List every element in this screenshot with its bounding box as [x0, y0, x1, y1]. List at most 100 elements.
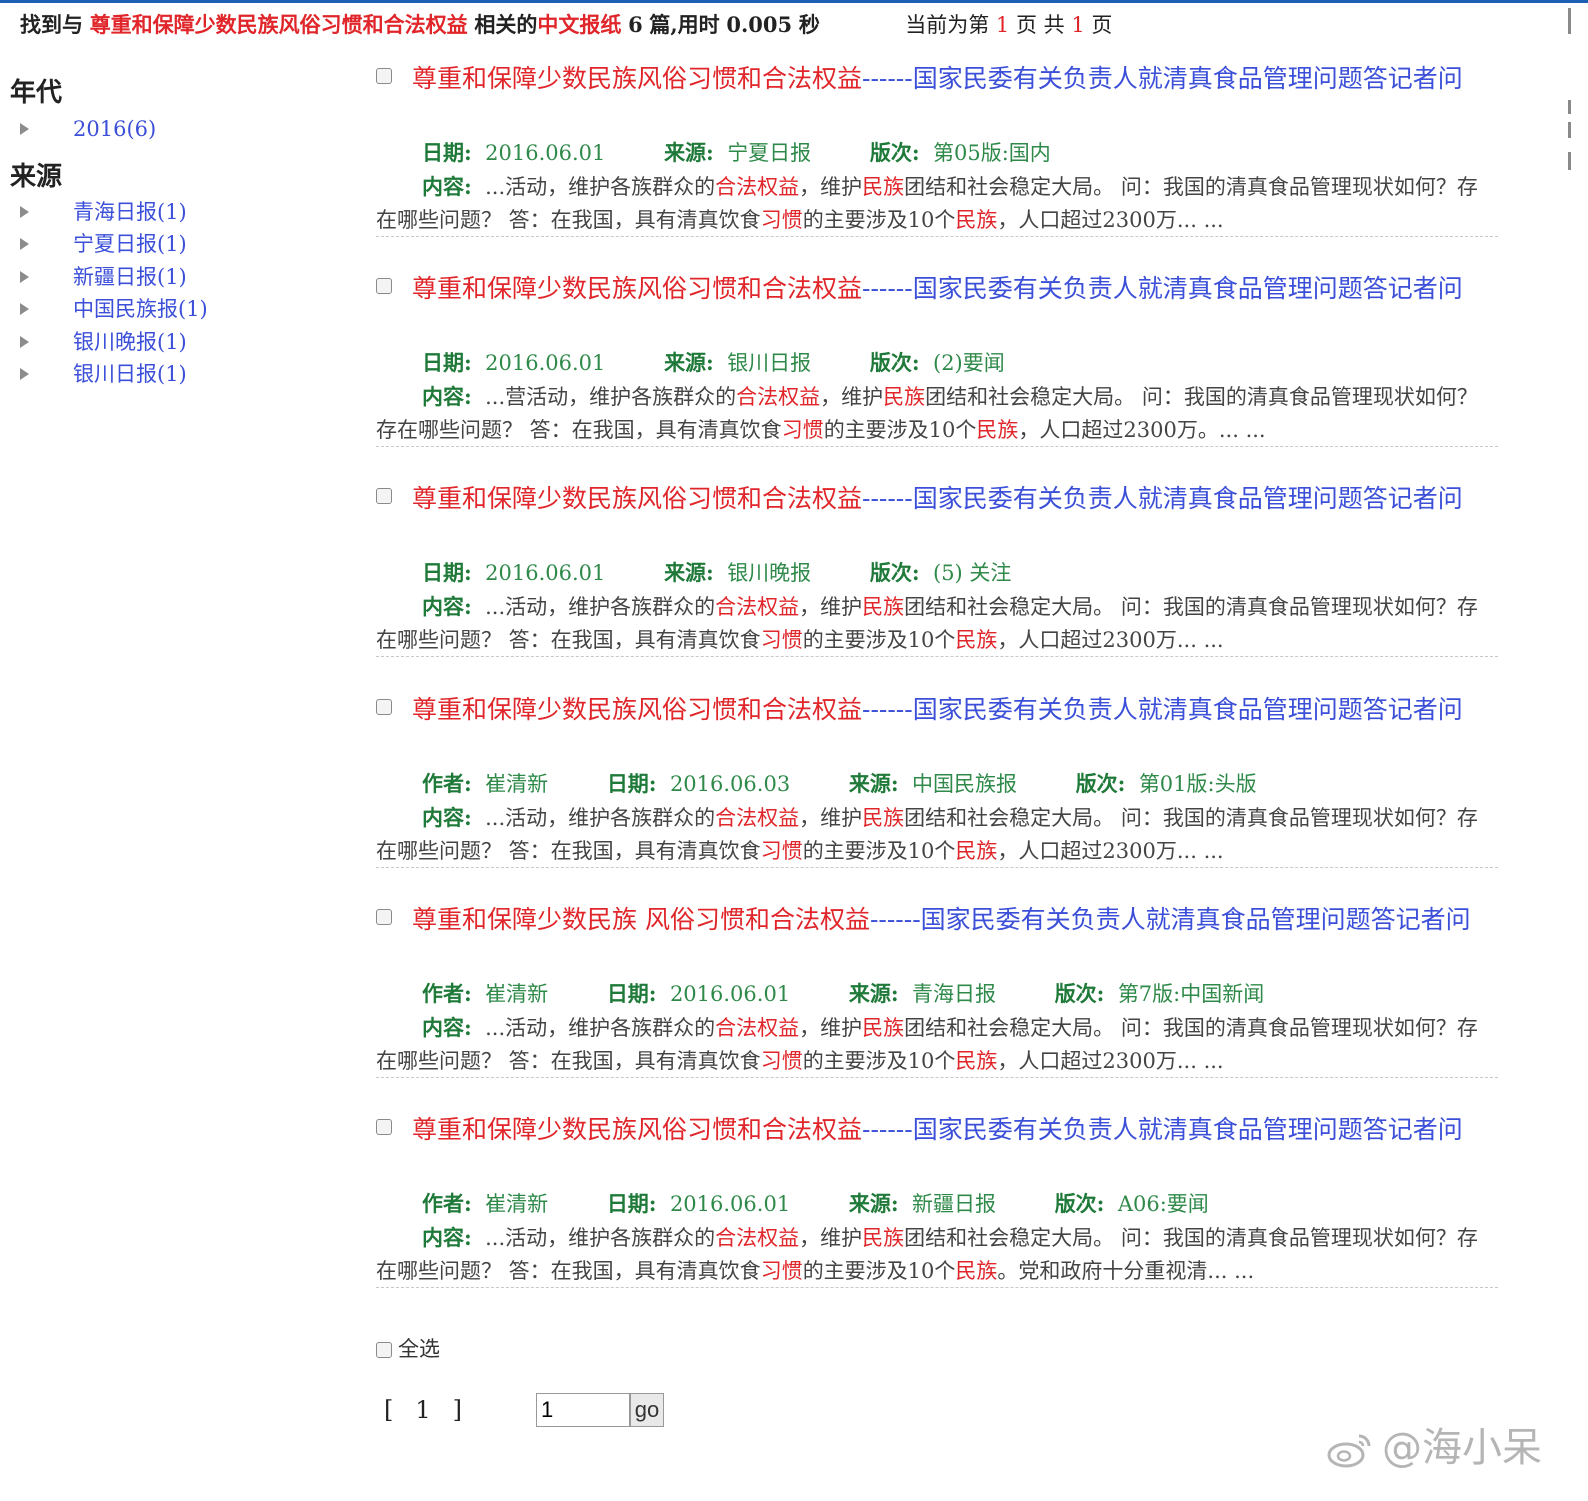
source-link[interactable]: 银川晚报(1)	[73, 330, 187, 354]
result-edition: 第01版:头版	[1138, 772, 1257, 796]
year-heading: 年代	[10, 78, 63, 108]
author-label: 作者:	[422, 1191, 472, 1216]
summary-mid: 相关的	[474, 12, 538, 37]
page-info-current: 1	[995, 13, 1010, 37]
result-edition: (5) 关注	[933, 561, 1012, 585]
select-all-checkbox[interactable]	[376, 1342, 392, 1358]
result-snippet: 内容: ...活动，维护各族群众的合法权益，维护民族团结和社会稳定大局。 问：我…	[376, 805, 1478, 863]
select-all-control[interactable]: 全选	[376, 1334, 440, 1364]
result-meta: 日期: 2016.06.01 来源: 银川日报 版次: (2)要闻	[422, 348, 1005, 378]
result-edition: 第05版:国内	[933, 141, 1051, 165]
expand-triangle-icon	[20, 122, 29, 135]
source-label: 来源:	[848, 981, 899, 1006]
date-label: 日期:	[606, 1191, 657, 1216]
date-label: 日期:	[422, 560, 472, 585]
result-source: 银川日报	[727, 351, 812, 375]
date-label: 日期:	[422, 350, 472, 375]
expand-triangle-icon	[20, 270, 29, 283]
summary-query: 尊重和保障少数民族风俗习惯和合法权益	[89, 12, 468, 37]
top-border	[0, 0, 1588, 3]
result-meta: 作者: 崔清新 日期: 2016.06.03 来源: 中国民族报 版次: 第01…	[422, 769, 1257, 799]
source-filter-item[interactable]: 银川日报(1)	[20, 359, 187, 389]
result-source: 青海日报	[912, 982, 996, 1006]
source-filter-item[interactable]: 中国民族报(1)	[20, 294, 208, 324]
source-label: 来源:	[848, 771, 899, 796]
date-label: 日期:	[606, 981, 657, 1006]
result-item: 尊重和保障少数民族风俗习惯和合法权益------国家民委有关负责人就清真食品管理…	[376, 691, 1498, 868]
result-snippet: 内容: ...活动，维护各族群众的合法权益，维护民族团结和社会稳定大局。 问：我…	[376, 1015, 1478, 1073]
select-all-label: 全选	[398, 1337, 440, 1361]
summary-count: 6	[628, 12, 643, 37]
source-label: 来源:	[664, 560, 714, 585]
source-link[interactable]: 青海日报(1)	[73, 200, 187, 224]
page-info-mid: 页 共	[1015, 13, 1065, 37]
result-title-link[interactable]: 尊重和保障少数民族风俗习惯和合法权益------国家民委有关负责人就清真食品管理…	[376, 691, 1498, 728]
weibo-logo-icon	[1327, 1434, 1371, 1468]
summary-sec: 秒	[798, 12, 820, 37]
result-source: 宁夏日报	[727, 141, 812, 165]
result-snippet: 内容: ...活动，维护各族群众的合法权益，维护民族团结和社会稳定大局。 问：我…	[376, 174, 1478, 232]
result-item: 尊重和保障少数民族风俗习惯和合法权益------国家民委有关负责人就清真食品管理…	[376, 480, 1498, 657]
result-source: 银川晚报	[727, 561, 812, 585]
year-link[interactable]: 2016(6)	[73, 117, 156, 141]
source-link[interactable]: 宁夏日报(1)	[73, 232, 187, 256]
result-date: 2016.06.01	[485, 141, 606, 165]
search-summary-bar: 找到与 尊重和保障少数民族风俗习惯和合法权益 相关的中文报纸 6 篇,用时 0.…	[20, 10, 1540, 40]
source-link[interactable]: 中国民族报(1)	[73, 297, 208, 321]
result-meta: 作者: 崔清新 日期: 2016.06.01 来源: 新疆日报 版次: A06:…	[422, 1189, 1209, 1219]
result-author: 崔清新	[485, 772, 549, 796]
source-heading: 来源	[10, 162, 63, 192]
source-link[interactable]: 银川日报(1)	[73, 362, 187, 386]
source-filter-item[interactable]: 青海日报(1)	[20, 197, 187, 227]
date-label: 日期:	[422, 140, 472, 165]
expand-triangle-icon	[20, 205, 29, 218]
source-label: 来源:	[664, 140, 714, 165]
source-filter-item[interactable]: 新疆日报(1)	[20, 262, 187, 292]
result-title-link[interactable]: 尊重和保障少数民族风俗习惯和合法权益------国家民委有关负责人就清真食品管理…	[376, 1111, 1498, 1148]
result-date: 2016.06.03	[669, 772, 791, 796]
expand-triangle-icon	[20, 237, 29, 250]
expand-triangle-icon	[20, 367, 29, 380]
result-title-link[interactable]: 尊重和保障少数民族风俗习惯和合法权益------国家民委有关负责人就清真食品管理…	[376, 60, 1498, 97]
source-filter-item[interactable]: 宁夏日报(1)	[20, 229, 187, 259]
page-info-prefix: 当前为第	[905, 13, 990, 37]
go-button[interactable]: go	[630, 1393, 664, 1427]
result-date: 2016.06.01	[669, 982, 791, 1006]
result-author: 崔清新	[485, 1192, 549, 1216]
result-item: 尊重和保障少数民族风俗习惯和合法权益------国家民委有关负责人就清真食品管理…	[376, 270, 1498, 447]
result-snippet: 内容: ...营活动，维护各族群众的合法权益，维护民族团结和社会稳定大局。 问：…	[376, 384, 1478, 442]
page-number-input[interactable]: 1	[536, 1393, 630, 1427]
page-link-1[interactable]: 1	[415, 1393, 430, 1427]
edition-label: 版次:	[869, 140, 920, 165]
result-date: 2016.06.01	[669, 1192, 791, 1216]
pagination: [1]	[384, 1393, 462, 1427]
result-title-link[interactable]: 尊重和保障少数民族风俗习惯和合法权益------国家民委有关负责人就清真食品管理…	[376, 270, 1498, 307]
result-edition: (2)要闻	[933, 351, 1005, 375]
result-date: 2016.06.01	[485, 351, 606, 375]
page-info-total: 1	[1071, 13, 1085, 37]
pager-open-bracket: [	[384, 1396, 394, 1424]
result-meta: 日期: 2016.06.01 来源: 银川晚报 版次: (5) 关注	[422, 558, 1011, 588]
date-label: 日期:	[606, 771, 657, 796]
result-title-link[interactable]: 尊重和保障少数民族风俗习惯和合法权益------国家民委有关负责人就清真食品管理…	[376, 480, 1498, 517]
result-source: 中国民族报	[912, 772, 1017, 796]
result-item: 尊重和保障少数民族 风俗习惯和合法权益------国家民委有关负责人就清真食品管…	[376, 901, 1498, 1078]
source-filter-item[interactable]: 银川晚报(1)	[20, 327, 187, 357]
summary-category: 中文报纸	[537, 12, 622, 37]
result-edition: A06:要闻	[1117, 1192, 1209, 1216]
edition-label: 版次:	[869, 350, 920, 375]
result-snippet: 内容: ...活动，维护各族群众的合法权益，维护民族团结和社会稳定大局。 问：我…	[376, 594, 1478, 652]
result-meta: 日期: 2016.06.01 来源: 宁夏日报 版次: 第05版:国内	[422, 138, 1051, 168]
result-meta: 作者: 崔清新 日期: 2016.06.01 来源: 青海日报 版次: 第7版:…	[422, 979, 1264, 1009]
source-link[interactable]: 新疆日报(1)	[73, 265, 187, 289]
result-source: 新疆日报	[912, 1192, 996, 1216]
summary-time: 0.005	[726, 12, 793, 37]
edition-label: 版次:	[1054, 1191, 1105, 1216]
edition-label: 版次:	[1054, 981, 1105, 1006]
result-title-link[interactable]: 尊重和保障少数民族 风俗习惯和合法权益------国家民委有关负责人就清真食品管…	[376, 901, 1498, 938]
result-date: 2016.06.01	[485, 561, 606, 585]
summary-suffix: 篇,用时	[649, 12, 720, 37]
author-label: 作者:	[422, 981, 472, 1006]
watermark-text: @海小呆	[1382, 1425, 1542, 1471]
year-filter-2016[interactable]: 2016(6)	[20, 114, 156, 144]
